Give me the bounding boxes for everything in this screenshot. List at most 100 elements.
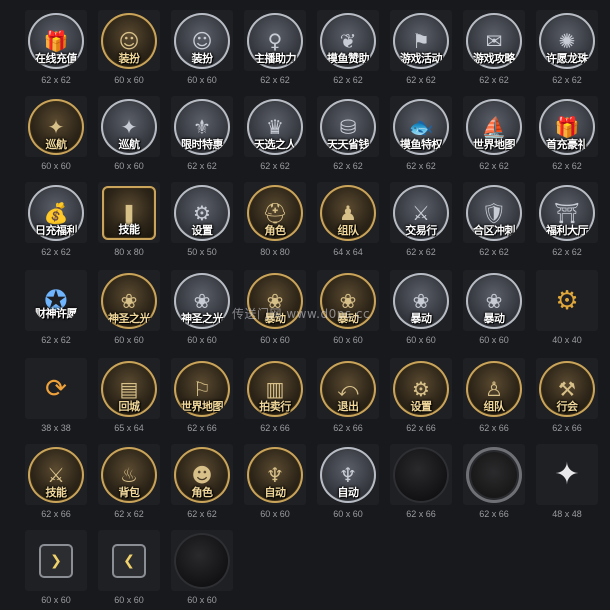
game-guide-icon[interactable]: ✉ 游戏攻略 [466, 12, 522, 69]
icon-grid: 🎁 在线充值 62 x 62 ☺ 装扮 60 x 60 ☺ 装扮 60 x 60 ♀ 主播助力 62 … [0, 0, 610, 610]
icon-slot: ❀ 神圣之光 [98, 270, 160, 331]
fishing-privilege-icon[interactable]: 🐟 摸鱼特权 [393, 98, 449, 155]
icon-cell: ⛩ 福利大厅 62 x 62 [531, 177, 603, 257]
game-event-icon[interactable]: ⚑ 游戏活动 [393, 12, 449, 69]
exit-icon[interactable]: ⤺ 退出 [320, 360, 376, 417]
shuriken-icon[interactable]: ✦ [544, 452, 590, 498]
icon-slot: ❦ 摸鱼赞助 [317, 10, 379, 71]
trade-icon[interactable]: ⚔ 交易行 [393, 184, 449, 241]
welfare-hall-icon[interactable]: ⛩ 福利大厅 [539, 184, 595, 241]
icon-cell: ⚒ 行会 62 x 66 [531, 353, 603, 433]
icon-cell: ❦ 摸鱼赞助 62 x 62 [312, 5, 384, 85]
icon-slot: ✦ 巡航 [98, 96, 160, 157]
icon-slot: ❀ 暴动 [390, 270, 452, 331]
icon-slot: ♛ 天选之人 [244, 96, 306, 157]
wish-dragon-pearl-icon[interactable]: ✺ 许愿龙珠 [539, 12, 595, 69]
auction-icon[interactable]: ▥ 拍卖行 [247, 360, 303, 417]
icon-cell: ⛑ 角色 80 x 80 [239, 177, 311, 257]
icon-size-caption: 60 x 60 [114, 335, 144, 345]
trade-glyph: ⚔ [412, 200, 430, 225]
icon-cell: ⛵ 世界地图 62 x 62 [458, 91, 530, 171]
blood-rage-icon[interactable]: ❀ 暴动 [247, 272, 303, 329]
stone-round-slot-icon[interactable] [466, 446, 522, 503]
icon-label: 组队 [483, 399, 506, 413]
fishing-sponsor-icon[interactable]: ❦ 摸鱼赞助 [320, 12, 376, 69]
cruise-gray-icon[interactable]: ✦ 巡航 [101, 98, 157, 155]
skills-icon[interactable]: ⚔ 技能 [28, 446, 84, 503]
icon-size-caption: 40 x 40 [552, 335, 582, 345]
icon-size-caption: 62 x 62 [552, 161, 582, 171]
icon-size-caption: 62 x 66 [187, 423, 217, 433]
first-charge-gift-icon[interactable]: 🎁 首充豪礼 [539, 98, 595, 155]
limited-offer-icon[interactable]: ⚜ 限时特惠 [174, 98, 230, 155]
guild-icon[interactable]: ⚒ 行会 [539, 360, 595, 417]
icon-cell: ☺ 装扮 60 x 60 [166, 5, 238, 85]
streamer-help-icon[interactable]: ♀ 主播助力 [247, 12, 303, 69]
icon-cell: ❀ 暴动 60 x 60 [385, 265, 457, 345]
arrow-right-icon[interactable]: ❯ [39, 543, 73, 578]
cruise-icon[interactable]: ✦ 巡航 [28, 98, 84, 155]
auto-icon[interactable]: ♆ 自动 [247, 446, 303, 503]
world-map-ship-icon[interactable]: ⛵ 世界地图 [466, 98, 522, 155]
icon-cell: 🎁 首充豪礼 62 x 62 [531, 91, 603, 171]
empty-round-slot-icon[interactable] [393, 446, 449, 503]
crit-rage-icon[interactable]: ❀ 暴动 [320, 272, 376, 329]
backpack-icon[interactable]: ♨ 背包 [101, 446, 157, 503]
icon-label: 行会 [556, 399, 579, 413]
icon-label: 日充福利 [35, 223, 78, 237]
recharge-icon[interactable]: 🎁 在线充值 [28, 12, 84, 69]
icon-size-caption: 65 x 64 [114, 423, 144, 433]
icon-size-caption: 60 x 60 [406, 335, 436, 345]
icon-size-caption: 60 x 60 [260, 509, 290, 519]
small-gear-icon[interactable]: ⚙ [544, 278, 590, 324]
icon-label: 自动 [264, 485, 287, 499]
chosen-one-icon[interactable]: ♛ 天选之人 [247, 98, 303, 155]
team-portrait-icon[interactable]: ♙ 组队 [466, 360, 522, 417]
icon-size-caption: 62 x 62 [479, 161, 509, 171]
icon-cell: ❯ 60 x 60 [20, 525, 92, 605]
icon-size-caption: 62 x 66 [406, 423, 436, 433]
arrow-left-icon[interactable]: ❮ [112, 543, 146, 578]
icon-size-caption: 62 x 66 [333, 423, 363, 433]
holy-light-gray-glyph: ❀ [193, 288, 211, 313]
crit-rage-gray-icon[interactable]: ❀ 暴动 [393, 272, 449, 329]
icon-size-caption: 62 x 62 [479, 75, 509, 85]
holy-light-gray-icon[interactable]: ❀ 神圣之光 [174, 272, 230, 329]
skill-icon[interactable]: ❚ 技能 [102, 185, 156, 240]
return-city-icon[interactable]: ▤ 回城 [101, 360, 157, 417]
settings-gear-icon[interactable]: ⚙ 设置 [393, 360, 449, 417]
black-circle-icon[interactable] [174, 532, 230, 589]
dress-up-gray-icon[interactable]: ☺ 装扮 [174, 12, 230, 69]
dress-up-icon[interactable]: ☺ 装扮 [101, 12, 157, 69]
icon-slot: ❀ 暴动 [317, 270, 379, 331]
icon-size-caption: 62 x 66 [406, 509, 436, 519]
icon-cell: ❀ 神圣之光 60 x 60 [166, 265, 238, 345]
icon-cell: ❀ 暴动 60 x 60 [458, 265, 530, 345]
daily-charge-welfare-icon[interactable]: 💰 日充福利 [28, 184, 84, 241]
daily-saving-icon[interactable]: ⛁ 天天省钱 [320, 98, 376, 155]
hero-portrait-icon[interactable]: ☻ 角色 [174, 446, 230, 503]
recharge-glyph: 🎁 [43, 28, 69, 53]
icon-slot: 💰 日充福利 [25, 182, 87, 243]
icon-label: 技能 [45, 485, 68, 499]
icon-slot: ❀ 暴动 [463, 270, 525, 331]
character-glyph: ⛑ [262, 200, 288, 225]
icon-label: 角色 [191, 485, 214, 499]
refresh-icon[interactable]: ⟳ [33, 366, 79, 412]
team-icon[interactable]: ♟ 组队 [320, 184, 376, 241]
icon-slot: ▤ 回城 [98, 358, 160, 419]
holy-light-icon[interactable]: ❀ 神圣之光 [101, 272, 157, 329]
icon-size-caption: 62 x 62 [333, 75, 363, 85]
god-of-wealth-wish-icon[interactable]: ✪ 财神许愿 [33, 278, 79, 324]
settings-icon[interactable]: ⚙ 设置 [174, 184, 230, 241]
icon-slot: ⛁ 天天省钱 [317, 96, 379, 157]
rage-gray-icon[interactable]: ❀ 暴动 [466, 272, 522, 329]
icon-cell: ♨ 背包 62 x 62 [93, 439, 165, 519]
world-map-icon[interactable]: ⚐ 世界地图 [174, 360, 230, 417]
auto-gray-icon[interactable]: ♆ 自动 [320, 446, 376, 503]
icon-slot [171, 530, 233, 591]
merge-server-icon[interactable]: 🛡 合区冲刺 [466, 184, 522, 241]
character-icon[interactable]: ⛑ 角色 [247, 184, 303, 241]
merge-server-glyph: 🛡 [481, 200, 507, 225]
shuriken-glyph: ✦ [554, 456, 580, 492]
